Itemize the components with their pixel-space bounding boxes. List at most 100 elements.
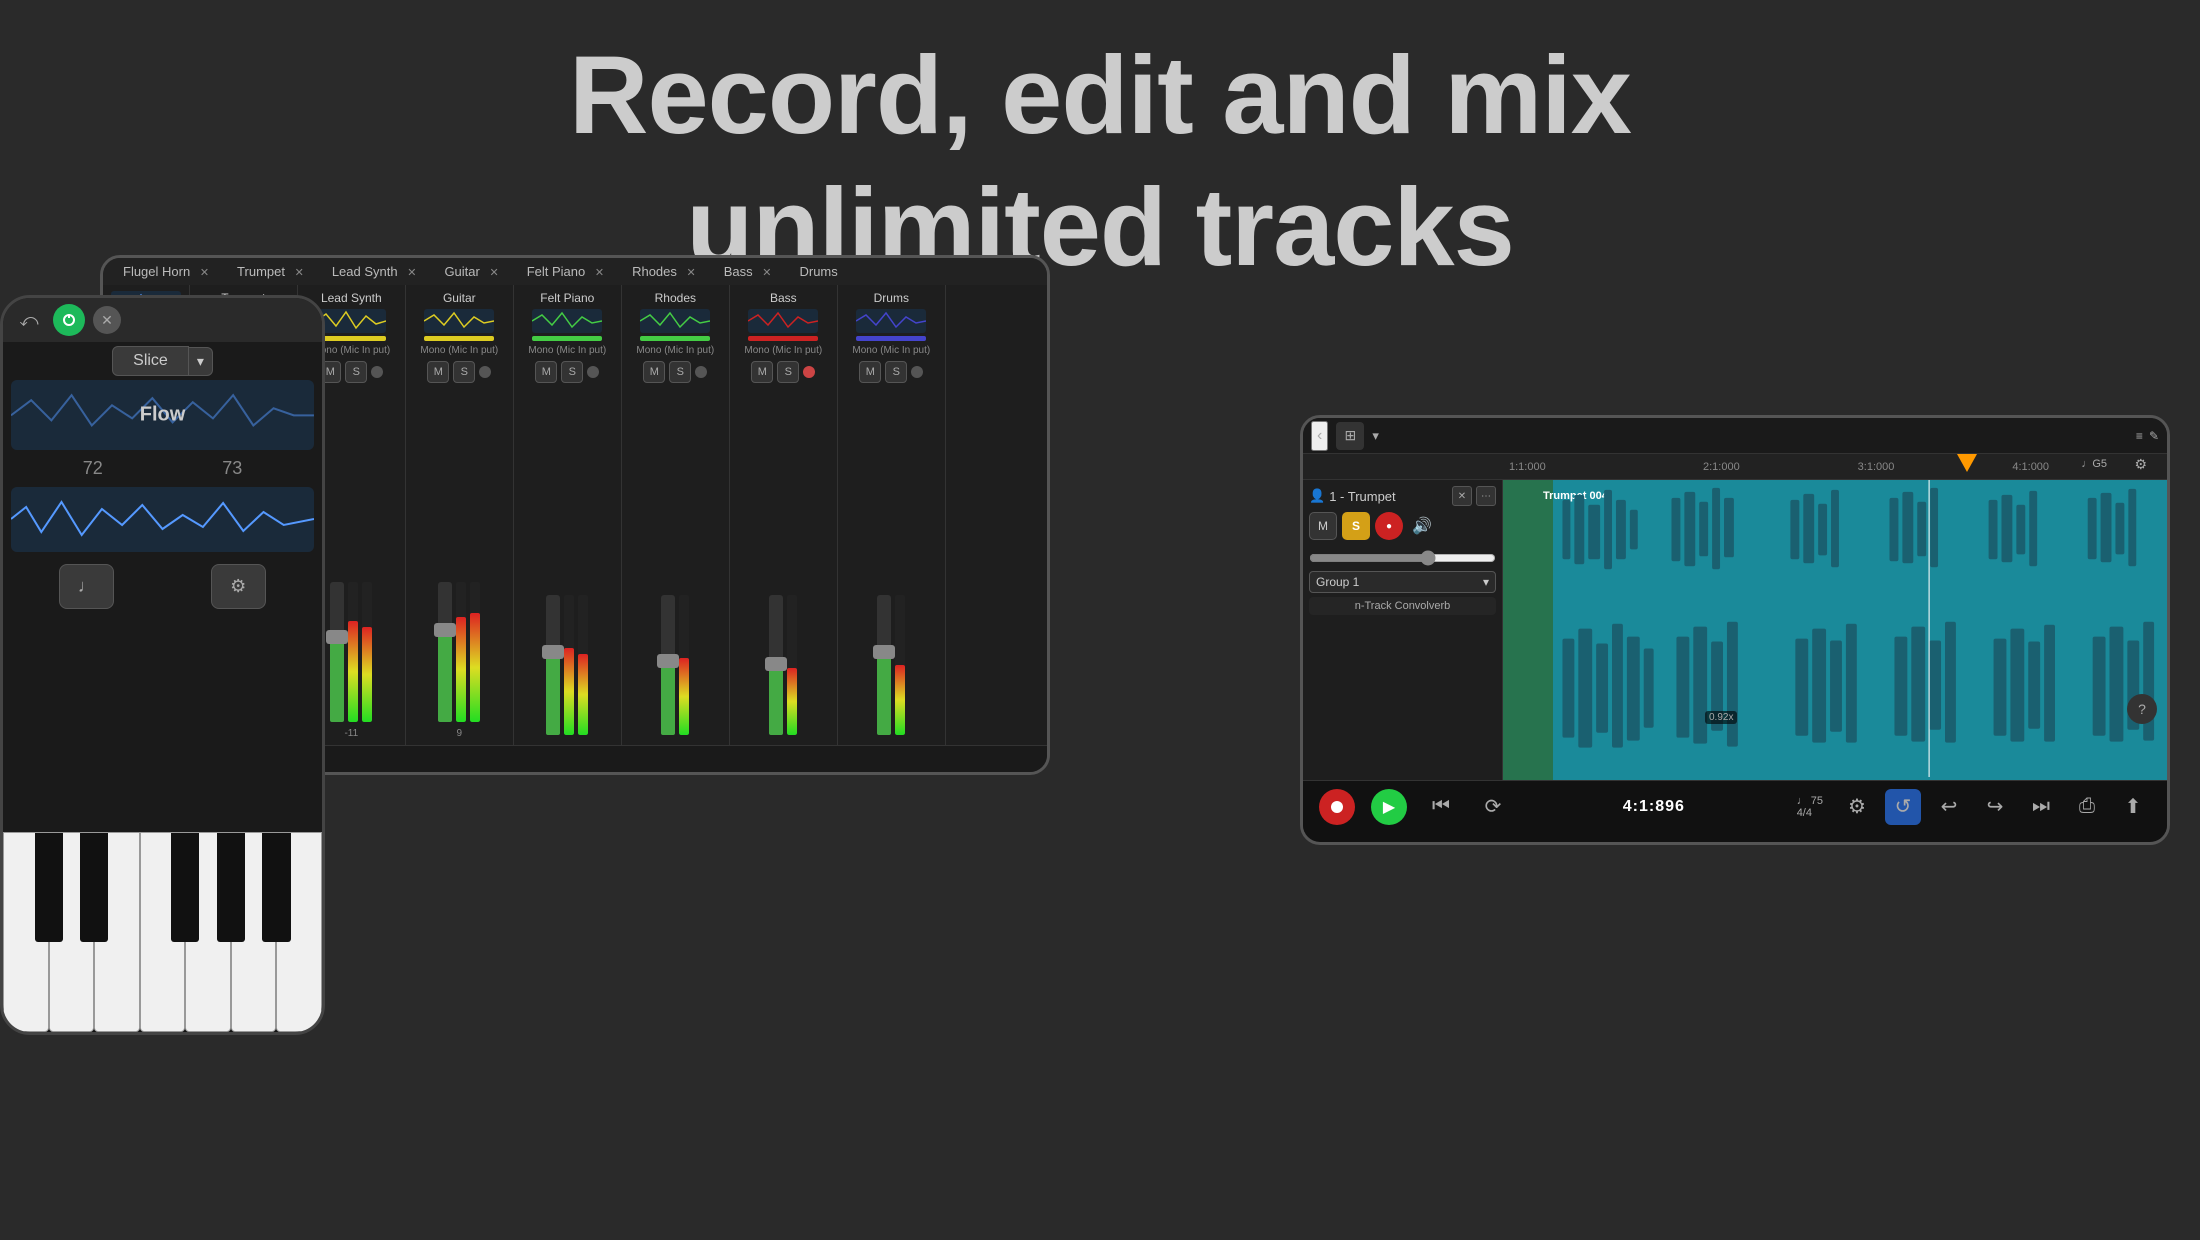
solo-btn[interactable]: S <box>885 361 907 383</box>
solo-btn[interactable]: S <box>345 361 367 383</box>
redo-btn[interactable]: ↪ <box>1977 789 2013 825</box>
volume-slider[interactable] <box>1309 550 1496 566</box>
channel-felt-piano: Felt Piano Mono (Mic In put) M S <box>514 285 622 745</box>
fader-track[interactable] <box>546 595 560 735</box>
tab-label: Trumpet <box>237 264 285 279</box>
mute-btn[interactable]: M <box>427 361 449 383</box>
tab-flugel-horn[interactable]: Flugel Horn ✕ <box>109 258 223 285</box>
skip-btn[interactable]: ⏭ <box>2023 789 2059 825</box>
track-more-btn[interactable]: ⋯ <box>1476 486 1496 506</box>
undo-btn[interactable]: ↩ <box>1931 789 1967 825</box>
hero-line1: Record, edit and mix <box>0 30 2200 162</box>
export-btn[interactable]: ⬆ <box>2115 789 2151 825</box>
tab-felt-piano[interactable]: Felt Piano ✕ <box>513 258 618 285</box>
ms-row: M S <box>535 361 599 383</box>
track-top-bar: ‹ ⊞ ▾ ≡ ✎ <box>1303 418 2167 454</box>
mute-btn[interactable]: M <box>1309 512 1337 540</box>
track-controls: 👤 1 - Trumpet ✕ ⋯ M S ● 🔊 Group 1 ▾ n-Tr… <box>1303 480 1503 780</box>
phone-bottom-btns: ♩ ⚙ <box>3 556 322 617</box>
fader-track[interactable] <box>330 582 344 722</box>
view-dropdown[interactable]: ▾ <box>1372 428 1379 444</box>
tab-close[interactable]: ✕ <box>595 267 604 279</box>
record-dot[interactable] <box>695 366 707 378</box>
edit-icon[interactable]: ✎ <box>2149 429 2159 443</box>
tab-close[interactable]: ✕ <box>407 267 416 279</box>
piano-black-key[interactable] <box>82 833 108 942</box>
ms-row: M S <box>859 361 923 383</box>
db-label: -11 <box>344 728 358 739</box>
phone-power-btn[interactable] <box>53 304 85 336</box>
solo-btn[interactable]: S <box>1342 512 1370 540</box>
channel-input: Mono (Mic In put) <box>528 345 606 357</box>
share-btn[interactable]: ⎙ <box>2069 789 2105 825</box>
fader-track[interactable] <box>438 582 452 722</box>
play-button[interactable]: ▶ <box>1371 789 1407 825</box>
back-btn[interactable]: ‹ <box>1311 421 1328 451</box>
loop-mode-btn[interactable]: ↺ <box>1885 789 1921 825</box>
tab-close[interactable]: ✕ <box>200 267 209 279</box>
channel-name: Drums <box>874 291 909 305</box>
tab-drums[interactable]: Drums <box>785 258 851 285</box>
tab-close[interactable]: ✕ <box>687 267 696 279</box>
tab-guitar[interactable]: Guitar ✕ <box>430 258 512 285</box>
group-label: Group 1 <box>1316 575 1359 589</box>
time-display: 4:1:896 <box>1623 798 1685 816</box>
mixer-icon[interactable]: ≡ <box>2136 429 2143 443</box>
ms-row: M S <box>643 361 707 383</box>
piano-black-key[interactable] <box>173 833 199 942</box>
vu-meter-left <box>348 582 358 722</box>
piano-black-key[interactable] <box>37 833 63 942</box>
piano-key-b[interactable] <box>276 832 322 1032</box>
mute-btn[interactable]: M <box>751 361 773 383</box>
record-dot[interactable] <box>911 366 923 378</box>
help-btn[interactable]: ? <box>2127 694 2157 724</box>
volume-icon[interactable]: 🔊 <box>1412 516 1432 536</box>
tab-rhodes[interactable]: Rhodes ✕ <box>618 258 710 285</box>
solo-btn[interactable]: S <box>453 361 475 383</box>
record-dot[interactable] <box>587 366 599 378</box>
tab-close[interactable]: ✕ <box>295 267 304 279</box>
effect-label[interactable]: n-Track Convolverb <box>1309 597 1496 615</box>
phone-close-btn[interactable]: ✕ <box>93 306 121 334</box>
mute-btn[interactable]: M <box>535 361 557 383</box>
channel-name: Felt Piano <box>540 291 594 305</box>
record-dot[interactable] <box>479 366 491 378</box>
tab-label: Drums <box>799 264 837 279</box>
record-button[interactable] <box>1319 789 1355 825</box>
channel-input: Mono (Mic In put) <box>420 345 498 357</box>
channel-name: Lead Synth <box>321 291 382 305</box>
fader-track[interactable] <box>877 595 891 735</box>
slice-dropdown-btn[interactable]: ▾ <box>189 347 213 376</box>
record-dot[interactable] <box>371 366 383 378</box>
track-close-btn[interactable]: ✕ <box>1452 486 1472 506</box>
solo-btn[interactable]: S <box>669 361 691 383</box>
piano-black-key[interactable] <box>264 833 290 942</box>
tab-lead-synth[interactable]: Lead Synth ✕ <box>318 258 431 285</box>
ruler-mark-2: 2:1:000 <box>1703 461 1858 473</box>
rewind-btn[interactable]: ⏮ <box>1423 789 1459 825</box>
piano-key-e[interactable] <box>94 832 140 1032</box>
record-dot[interactable] <box>803 366 815 378</box>
piano-black-key[interactable] <box>219 833 245 942</box>
mute-btn[interactable]: M <box>643 361 665 383</box>
tab-close[interactable]: ✕ <box>489 267 498 279</box>
tab-close[interactable]: ✕ <box>762 267 771 279</box>
record-btn[interactable]: ● <box>1375 512 1403 540</box>
fader-track[interactable] <box>661 595 675 735</box>
slice-button[interactable]: Slice <box>112 346 189 376</box>
grid-btn[interactable]: ⊞ <box>1336 422 1364 450</box>
phone-back-btn[interactable]: ⤺ <box>13 304 45 336</box>
mute-btn[interactable]: M <box>859 361 881 383</box>
loop-btn[interactable]: ⟳ <box>1475 789 1511 825</box>
tab-bass[interactable]: Bass ✕ <box>710 258 786 285</box>
notes-btn[interactable]: ♩ <box>59 564 114 609</box>
settings-icon[interactable]: ⚙ <box>2134 456 2147 473</box>
solo-btn[interactable]: S <box>777 361 799 383</box>
mixer-btn[interactable]: ⚙ <box>1839 789 1875 825</box>
settings-btn[interactable]: ⚙ <box>211 564 266 609</box>
group-select[interactable]: Group 1 ▾ <box>1309 571 1496 593</box>
solo-btn[interactable]: S <box>561 361 583 383</box>
fader-track[interactable] <box>769 595 783 735</box>
tab-trumpet[interactable]: Trumpet ✕ <box>223 258 318 285</box>
chevron-down-icon: ▾ <box>1483 575 1489 589</box>
